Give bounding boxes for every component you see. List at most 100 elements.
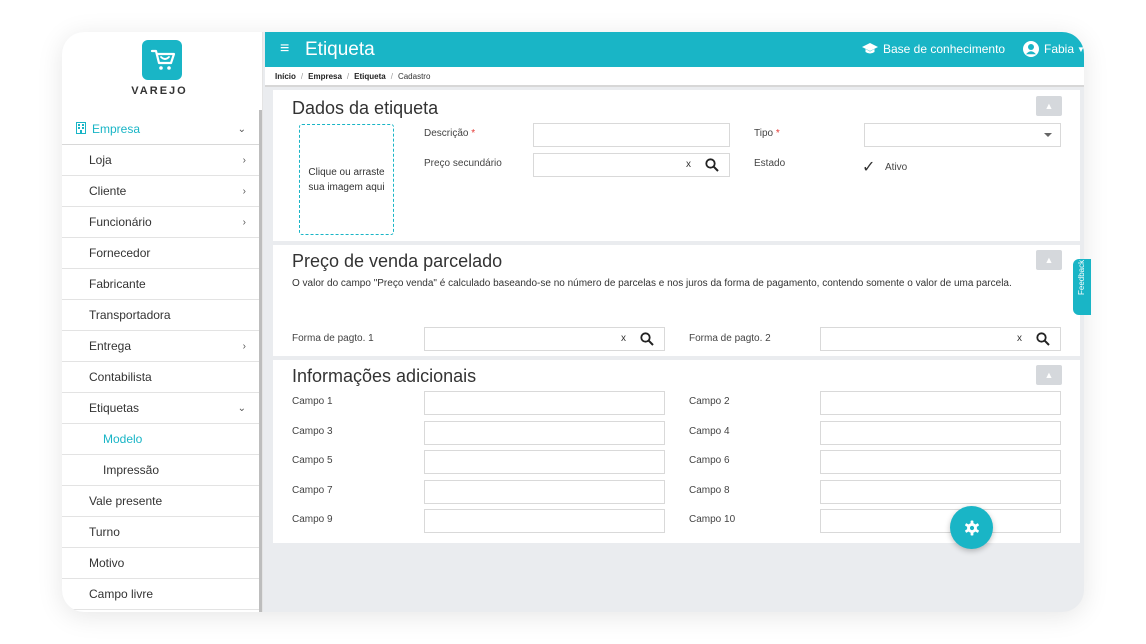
sidebar-menu: Empresa ⌄ Loja › Cliente › Funcionário › Fo… [62, 114, 260, 610]
settings-fab-button[interactable] [950, 506, 993, 549]
campo-2-input[interactable] [820, 391, 1061, 415]
sidebar-item-motivo[interactable]: Motivo [62, 548, 260, 579]
required-mark: * [471, 128, 476, 139]
sidebar: VAREJO Empresa ⌄ Loja › Cliente › Funcioná… [62, 32, 263, 612]
breadcrumb-empresa[interactable]: Empresa [308, 72, 342, 81]
search-icon[interactable] [1036, 332, 1050, 346]
sidebar-item-vale-presente[interactable]: Vale presente [62, 486, 260, 517]
sidebar-item-turno[interactable]: Turno [62, 517, 260, 548]
graduation-cap-icon [862, 43, 878, 54]
campo-5-label: Campo 5 [292, 455, 333, 466]
card-dados-etiqueta: Dados da etiqueta ▲ Clique ou arraste su… [273, 90, 1080, 241]
collapse-button[interactable]: ▲ [1036, 96, 1062, 116]
sidebar-item-fabricante[interactable]: Fabricante [62, 269, 260, 300]
descricao-input[interactable] [533, 123, 730, 147]
chevron-down-icon: ⌄ [237, 402, 246, 414]
knowledge-base-link[interactable]: Base de conhecimento [862, 42, 1005, 56]
ativo-checkbox[interactable]: ✓ [862, 157, 880, 176]
search-icon[interactable] [640, 332, 654, 346]
sidebar-item-entrega[interactable]: Entrega › [62, 331, 260, 362]
breadcrumb: Início / Empresa / Etiqueta / Cadastro [265, 67, 1084, 87]
user-circle-icon [1023, 41, 1039, 57]
sidebar-item-fornecedor[interactable]: Fornecedor [62, 238, 260, 269]
campo-6-input[interactable] [820, 450, 1061, 474]
sidebar-item-label: Campo livre [89, 587, 154, 601]
sidebar-item-loja[interactable]: Loja › [62, 145, 260, 176]
campo-10-input[interactable] [820, 509, 1061, 533]
sidebar-section-empresa[interactable]: Empresa ⌄ [62, 114, 260, 145]
campo-9-label: Campo 9 [292, 514, 333, 525]
estado-label: Estado [754, 158, 786, 169]
breadcrumb-etiqueta[interactable]: Etiqueta [354, 72, 386, 81]
chevron-right-icon: › [242, 340, 246, 352]
campo-4-label: Campo 4 [689, 426, 730, 437]
campo-2-label: Campo 2 [689, 396, 730, 407]
sidebar-item-contabilista[interactable]: Contabilista [62, 362, 260, 393]
collapse-button[interactable]: ▲ [1036, 365, 1062, 385]
campo-3-label: Campo 3 [292, 426, 333, 437]
required-mark: * [775, 128, 780, 139]
collapse-button[interactable]: ▲ [1036, 250, 1062, 270]
sidebar-item-label: Entrega [89, 339, 132, 353]
campo-8-input[interactable] [820, 480, 1061, 504]
chevron-right-icon: › [242, 185, 246, 197]
campo-1-label: Campo 1 [292, 396, 333, 407]
chevron-right-icon: › [242, 216, 246, 228]
feedback-tab[interactable]: Feedback [1073, 259, 1091, 315]
chevron-up-icon: ▲ [1044, 101, 1054, 111]
campo-1-input[interactable] [424, 391, 665, 415]
tipo-label-text: Tipo [754, 128, 774, 139]
clear-icon[interactable]: x [621, 333, 626, 344]
forma-pagto-1-label: Forma de pagto. 1 [292, 333, 374, 344]
forma-pagto-2-input[interactable]: x [820, 327, 1061, 351]
hamburger-icon[interactable]: ≡ [280, 41, 289, 57]
sidebar-scrollbar[interactable] [259, 110, 262, 612]
clear-icon[interactable]: x [1017, 333, 1022, 344]
campo-4-input[interactable] [820, 421, 1061, 445]
tipo-select[interactable] [864, 123, 1061, 147]
sidebar-section-label: Empresa [92, 122, 141, 136]
sidebar-item-cliente[interactable]: Cliente › [62, 176, 260, 207]
sidebar-item-funcionario[interactable]: Funcionário › [62, 207, 260, 238]
sidebar-item-label: Impressão [103, 463, 160, 477]
campo-3-input[interactable] [424, 421, 665, 445]
sidebar-item-transportadora[interactable]: Transportadora [62, 300, 260, 331]
sidebar-item-label: Funcionário [89, 215, 152, 229]
ativo-label: Ativo [885, 162, 908, 173]
page-title: Etiqueta [305, 39, 375, 60]
knowledge-base-label: Base de conhecimento [883, 42, 1006, 56]
campo-7-input[interactable] [424, 480, 665, 504]
sidebar-item-label: Fabricante [89, 277, 146, 291]
campo-5-input[interactable] [424, 450, 665, 474]
caret-down-icon: ▼ [1077, 44, 1084, 54]
descricao-label-text: Descrição [424, 128, 469, 139]
sidebar-item-etiquetas[interactable]: Etiquetas ⌄ [62, 393, 260, 424]
sidebar-item-label: Cliente [89, 184, 127, 198]
user-menu[interactable]: Fabia ▼ [1023, 41, 1084, 57]
breadcrumb-inicio[interactable]: Início [275, 72, 296, 81]
image-upload-dropzone[interactable]: Clique ou arraste sua imagem aqui [299, 124, 394, 235]
chevron-right-icon: › [242, 154, 246, 166]
section-description: O valor do campo "Preço venda" é calcula… [292, 278, 1012, 289]
sidebar-item-modelo[interactable]: Modelo [62, 424, 260, 455]
preco-secundario-label: Preço secundário [424, 158, 502, 169]
app-window: VAREJO Empresa ⌄ Loja › Cliente › Funcioná… [62, 32, 1084, 612]
sidebar-item-campo-livre[interactable]: Campo livre [62, 579, 260, 610]
tipo-label: Tipo * [754, 128, 780, 139]
search-icon[interactable] [705, 158, 719, 172]
forma-pagto-1-input[interactable]: x [424, 327, 665, 351]
sidebar-item-label: Motivo [89, 556, 125, 570]
chevron-up-icon: ▲ [1044, 370, 1054, 380]
breadcrumb-separator: / [390, 71, 393, 81]
breadcrumb-separator: / [346, 71, 350, 81]
preco-secundario-input[interactable]: x [533, 153, 730, 177]
caret-down-icon [1044, 133, 1052, 137]
sidebar-item-label: Loja [89, 153, 112, 167]
sidebar-item-impressao[interactable]: Impressão [62, 455, 260, 486]
cart-logo-icon[interactable] [142, 40, 182, 80]
campo-9-input[interactable] [424, 509, 665, 533]
clear-icon[interactable]: x [686, 159, 691, 170]
gear-icon [964, 520, 979, 535]
sidebar-item-label: Vale presente [89, 494, 163, 508]
building-icon [76, 121, 86, 137]
